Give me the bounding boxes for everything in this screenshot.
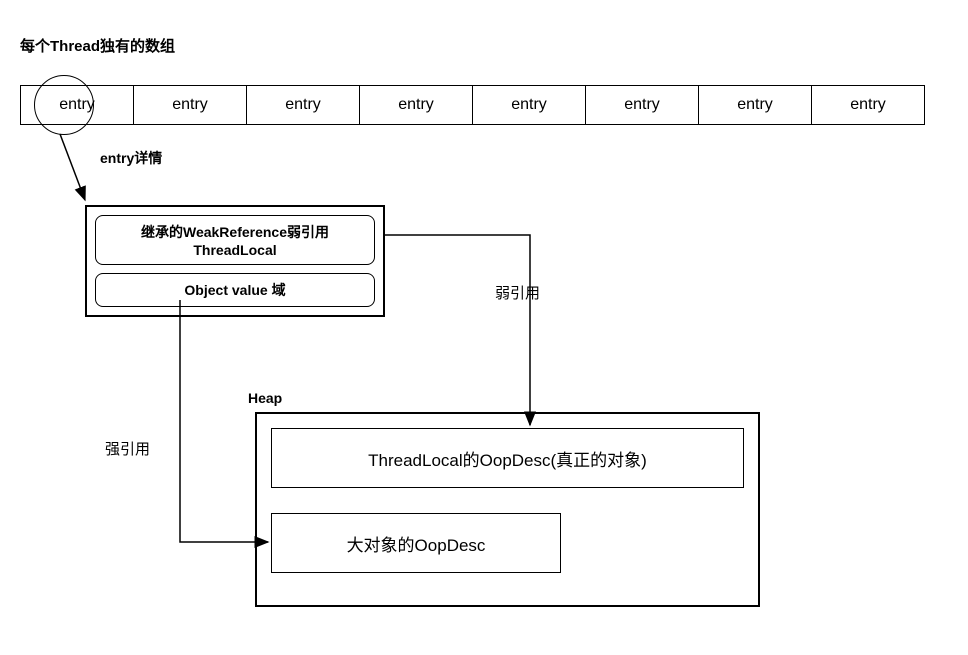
weak-ref-line1: 继承的WeakReference弱引用 [106,222,364,242]
value-field: Object value 域 [95,273,375,307]
heap-box: ThreadLocal的OopDesc(真正的对象) 大对象的OopDesc [255,412,760,607]
weak-reference-field: 继承的WeakReference弱引用 ThreadLocal [95,215,375,265]
array-cell: entry [585,85,699,125]
object-oopdesc: 大对象的OopDesc [271,513,561,573]
weak-reference-arrow [385,235,530,425]
thread-array: entry entry entry entry entry entry entr… [20,85,925,125]
entry-to-detail-arrow [60,134,85,200]
array-cell: entry [359,85,473,125]
entry-highlight-circle [34,75,94,135]
threadlocal-oopdesc: ThreadLocal的OopDesc(真正的对象) [271,428,744,488]
array-cell: entry [246,85,360,125]
heap-label: Heap [248,390,282,406]
strong-reference-label: 强引用 [105,438,150,459]
entry-detail-box: 继承的WeakReference弱引用 ThreadLocal Object v… [85,205,385,317]
diagram-title: 每个Thread独有的数组 [20,35,175,56]
array-cell: entry [472,85,586,125]
weak-reference-label: 弱引用 [495,282,540,303]
weak-ref-line2: ThreadLocal [106,242,364,258]
entry-detail-label: entry详情 [100,148,162,168]
array-cell: entry [811,85,925,125]
array-cell: entry [133,85,247,125]
array-cell: entry [698,85,812,125]
